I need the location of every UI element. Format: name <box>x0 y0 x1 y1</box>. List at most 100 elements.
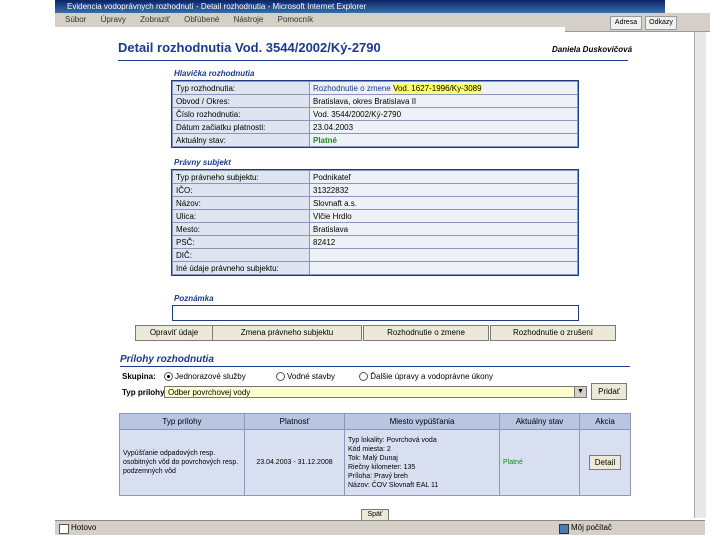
menu-help[interactable]: Pomocník <box>278 15 314 24</box>
field-value <box>309 248 578 262</box>
field-value: Vod. 3544/2002/Ký-2790 <box>309 107 578 121</box>
field-value: 31322832 <box>309 183 578 197</box>
reference-number-highlight: Vod. 1627-1996/Ky-3089 <box>393 83 482 93</box>
field-label: Typ rozhodnutia: <box>172 81 310 95</box>
location-line: Typ lokality: Povrchová voda <box>348 436 437 444</box>
attachments-divider <box>120 366 630 367</box>
selected-option: Odber povrchovej vody <box>168 388 251 397</box>
field-value: 23.04.2003 <box>309 120 578 134</box>
group-radio-row: Skupina: Jednorazové služby Vodné stavby… <box>122 372 493 382</box>
menu-edit[interactable]: Úpravy <box>101 15 126 24</box>
field-value: Rozhodnutie o zmene Vod. 1627-1996/Ky-30… <box>309 81 578 95</box>
menu-view[interactable]: Zobraziť <box>140 15 170 24</box>
table-row: Typ právneho subjektu: Podnikateľ <box>172 170 578 184</box>
column-header: Miesto vypúšťania <box>344 413 500 430</box>
attachments-table: Typ prílohy Platnosť Miesto vypúšťania A… <box>119 413 631 496</box>
field-label: Názov: <box>172 196 310 210</box>
table-row: Obvod / Okres: Bratislava, okres Bratisl… <box>172 94 578 108</box>
field-label: Číslo rozhodnutia: <box>172 107 310 121</box>
action-cell: Detail <box>579 429 631 496</box>
computer-icon <box>559 524 569 534</box>
field-value <box>309 261 578 275</box>
location-line: Kód miesta: 2 <box>348 445 391 453</box>
user-name: Daniela Duskovičová <box>552 45 633 54</box>
menu-file[interactable]: Súbor <box>65 15 86 24</box>
add-attachment-button[interactable]: Pridať <box>591 383 627 400</box>
vertical-scrollbar[interactable] <box>694 32 706 518</box>
radio-water-structures[interactable] <box>275 372 285 382</box>
attachment-status: Platné <box>499 429 580 496</box>
attachment-type-select[interactable]: Odber povrchovej vody ▼ <box>164 386 587 398</box>
table-row: Vypúšťanie odpadových resp. osobitných v… <box>119 429 631 496</box>
section-subject-title: Právny subjekt <box>174 158 231 167</box>
field-value: Slovnaft a.s. <box>309 196 578 210</box>
field-label: Dátum začiatku platnosti: <box>172 120 310 134</box>
change-decision-button[interactable]: Rozhodnutie o zmene <box>363 325 489 341</box>
title-divider <box>118 60 628 61</box>
field-value: Bratislava, okres Bratislava II <box>309 94 578 108</box>
change-subject-button[interactable]: Zmena právneho subjektu <box>212 325 362 341</box>
field-label: Iné údaje právneho subjektu: <box>172 261 310 275</box>
table-row: Mesto: Bratislava <box>172 222 578 236</box>
radio-label: Jednorazové služby <box>175 372 246 381</box>
radio-one-time-services[interactable] <box>164 372 174 382</box>
table-header-row: Typ prílohy Platnosť Miesto vypúšťania A… <box>119 413 631 430</box>
subject-table: Typ právneho subjektu: Podnikateľ IČO: 313… <box>171 169 579 276</box>
window-title-bar: Evidencia vodoprávnych rozhodnutí - Deta… <box>55 0 665 13</box>
column-header: Aktuálny stav <box>499 413 580 430</box>
menu-bar: Súbor Úpravy Zobraziť Obľúbené Nástroje … <box>55 13 565 27</box>
field-label: Ulica: <box>172 209 310 223</box>
field-label: Typ právneho subjektu: <box>172 170 310 184</box>
radio-other-actions[interactable] <box>359 372 369 382</box>
table-row: Dátum začiatku platnosti: 23.04.2003 <box>172 120 578 134</box>
cancel-decision-button[interactable]: Rozhodnutie o zrušení <box>490 325 616 341</box>
attachment-type: Vypúšťanie odpadových resp. osobitných v… <box>119 429 245 496</box>
table-row: Typ rozhodnutia: Rozhodnutie o zmene Vod… <box>172 81 578 95</box>
table-row: IČO: 31322832 <box>172 183 578 197</box>
edit-data-button[interactable]: Opraviť údaje <box>135 325 213 341</box>
table-row: PSČ: 82412 <box>172 235 578 249</box>
column-header: Akcia <box>579 413 631 430</box>
table-row: Iné údaje právneho subjektu: <box>172 261 578 275</box>
menu-favorites[interactable]: Obľúbené <box>184 15 219 24</box>
status-value: Platné <box>309 133 578 147</box>
field-label: Aktuálny stav: <box>172 133 310 147</box>
table-row: Číslo rozhodnutia: Vod. 3544/2002/Ký-279… <box>172 107 578 121</box>
section-notes-title: Poznámka <box>174 294 214 303</box>
links-button[interactable]: Odkazy <box>645 16 677 30</box>
header-table: Typ rozhodnutia: Rozhodnutie o zmene Vod… <box>171 80 579 148</box>
type-label: Typ prílohy: <box>122 388 168 397</box>
toolbar-right: Adresa Odkazy <box>565 13 710 32</box>
field-label: IČO: <box>172 183 310 197</box>
zone-text: Môj počítač <box>571 523 612 532</box>
radio-label: Ďalšie úpravy a vodoprávne úkony <box>370 372 493 381</box>
menu-tools[interactable]: Nástroje <box>234 15 264 24</box>
radio-label: Vodné stavby <box>286 372 336 381</box>
detail-button[interactable]: Detail <box>589 455 621 470</box>
field-value: 82412 <box>309 235 578 249</box>
location-line: Tok: Malý Dunaj <box>348 454 398 462</box>
attachments-title: Prílohy rozhodnutia <box>120 354 214 365</box>
decision-type: Rozhodnutie o zmene <box>313 83 391 93</box>
status-bar: Hotovo Môj počítač <box>55 520 705 535</box>
discharge-location: Typ lokality: Povrchová voda Kód miesta:… <box>344 429 500 496</box>
notes-field[interactable] <box>172 305 579 321</box>
address-button[interactable]: Adresa <box>610 16 642 30</box>
column-header: Platnosť <box>244 413 345 430</box>
field-label: DIČ: <box>172 248 310 262</box>
field-label: PSČ: <box>172 235 310 249</box>
group-label: Skupina: <box>122 372 156 381</box>
chevron-down-icon[interactable]: ▼ <box>574 387 586 397</box>
location-line: Riečny kilometer: 135 <box>348 463 416 471</box>
field-value: Vlčie Hrdlo <box>309 209 578 223</box>
field-value: Bratislava <box>309 222 578 236</box>
column-header: Typ prílohy <box>119 413 245 430</box>
page-title: Detail rozhodnutia Vod. 3544/2002/Ký-279… <box>118 40 381 55</box>
section-header-title: Hlavička rozhodnutia <box>174 69 255 78</box>
table-row: Aktuálny stav: Platné <box>172 133 578 147</box>
table-row: Názov: Slovnaft a.s. <box>172 196 578 210</box>
field-label: Mesto: <box>172 222 310 236</box>
field-label: Obvod / Okres: <box>172 94 310 108</box>
table-row: DIČ: <box>172 248 578 262</box>
location-line: Príloha: Pravý breh <box>348 472 408 480</box>
